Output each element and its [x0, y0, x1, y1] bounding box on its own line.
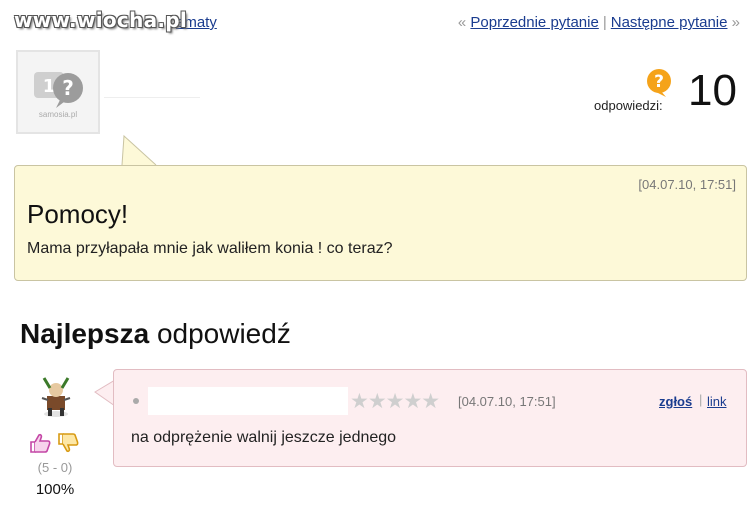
status-dot-icon [133, 398, 139, 404]
link-separator: | [699, 392, 703, 407]
question-date: [04.07.10, 17:51] [638, 177, 736, 192]
best-answer-heading-bold: Najlepsza [20, 318, 150, 349]
thumbs-up-icon[interactable] [28, 432, 52, 454]
thumbs-down-icon[interactable] [56, 432, 80, 454]
svg-text:?: ? [654, 72, 664, 92]
answer-body: na odprężenie walnij jeszcze jednego [131, 429, 397, 446]
question-body: Mama przyłapała mnie jak waliłem konia !… [27, 240, 393, 257]
answer-date: [04.07.10, 17:51] [458, 394, 556, 409]
report-link[interactable]: zgłoś [659, 394, 692, 409]
prev-question-link[interactable]: Poprzednie pytanie [470, 14, 598, 31]
best-answer-box: ★★★★★ [04.07.10, 17:51] zgłoś | link na … [113, 369, 747, 467]
vote-score: (5 - 0) [37, 460, 73, 475]
avatar-caption: samosia.pl [38, 110, 78, 119]
permalink-link[interactable]: link [707, 394, 727, 409]
answerer-name-hidden [148, 387, 348, 415]
question-bubble-icon: ? [647, 69, 671, 97]
best-answer-heading: Najlepsza odpowiedź [20, 318, 291, 350]
next-arrow: » [731, 14, 740, 31]
svg-text:?: ? [62, 76, 74, 100]
prev-arrow: « [457, 14, 467, 31]
question-navigation: « Poprzednie pytanie | Następne pytanie » [458, 14, 740, 31]
answers-count: 10 [688, 66, 737, 115]
next-question-link[interactable]: Następne pytanie [611, 14, 728, 31]
question-title: Pomocy! [27, 199, 129, 229]
answerer-avatar[interactable] [36, 374, 76, 420]
rating-stars: ★★★★★ [350, 390, 440, 413]
site-watermark: www.wiocha.pl [14, 8, 188, 32]
best-answer-heading-rest: odpowiedź [149, 318, 291, 349]
asker-avatar[interactable]: 1 ? samosia.pl [16, 50, 100, 134]
question-bubble-pointer [121, 134, 157, 166]
question-box: [04.07.10, 17:51] Pomocy! Mama przyłapał… [14, 165, 747, 281]
asker-name-line [104, 97, 200, 98]
nav-separator: | [602, 14, 607, 31]
vote-percent: 100% [35, 481, 75, 498]
answers-count-label: odpowiedzi: [594, 98, 663, 113]
